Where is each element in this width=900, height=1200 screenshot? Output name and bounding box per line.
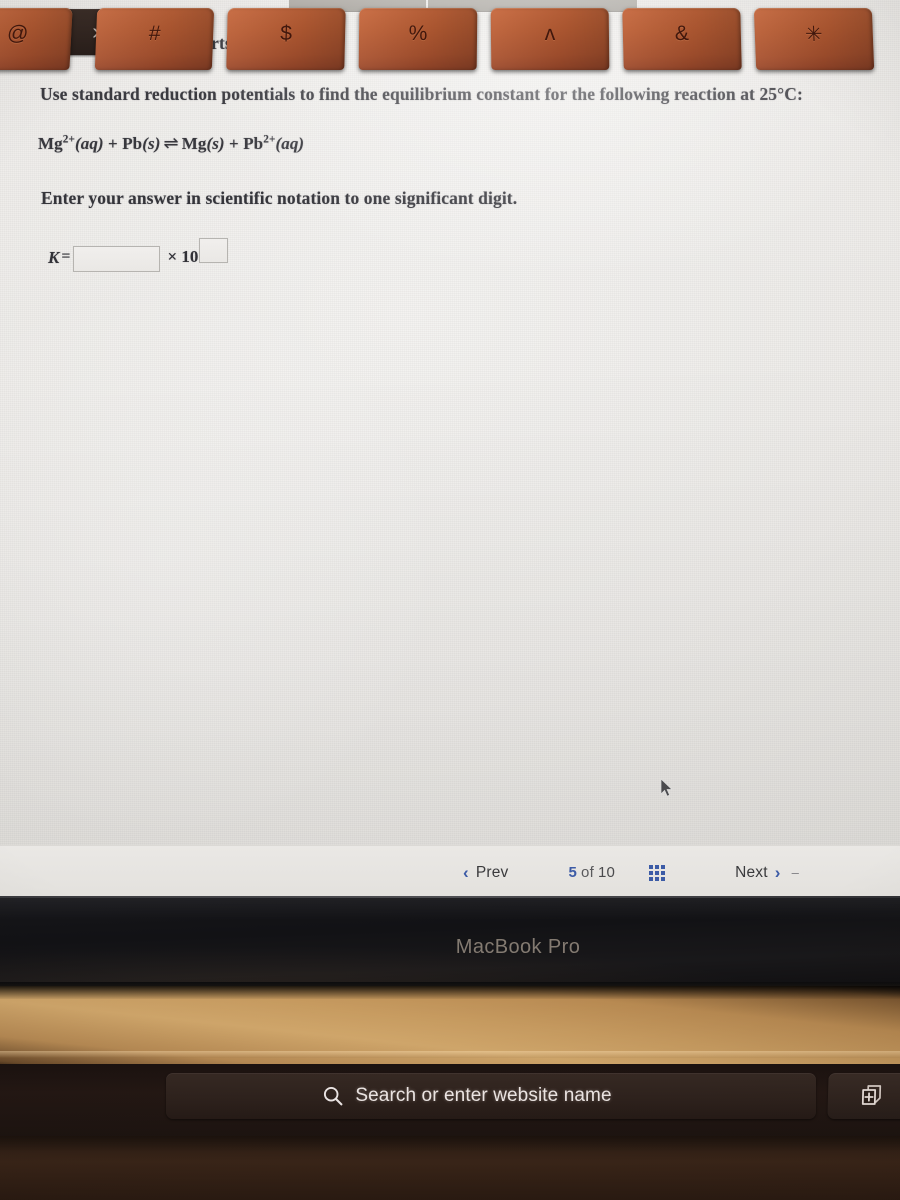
keyboard-vignette [0,1136,900,1200]
total-page-number: 10 [597,864,616,881]
reactant-1-state: (aq) [74,134,104,153]
key-caret[interactable]: ʌ [490,8,610,70]
laptop-bezel: MacBook Pro [0,896,900,988]
reactant-1-symbol: Mg [38,134,63,153]
prev-button[interactable]: ‹ Prev [463,864,509,882]
next-button[interactable]: Next › – [735,864,799,882]
product-2-symbol: Pb [243,134,264,153]
search-icon [324,1086,343,1106]
equation-plus-1: + [108,134,118,153]
equation-plus-2: + [229,134,239,153]
coefficient-input[interactable] [73,246,161,272]
times-ten-label: × 10 [167,247,199,266]
answer-format-instruction: Enter your answer in scientific notation… [41,188,518,208]
equilibrium-arrow: ⇌ [163,133,179,153]
key-glyph: & [674,22,690,45]
chemical-equation: Mg2+(aq) + Pb(s) ⇌ Mg(s) + Pb2+(aq) [38,133,304,154]
new-tab-icon [861,1085,882,1105]
trailing-mark: – [791,865,800,880]
key-percent[interactable]: % [358,8,478,70]
next-label: Next [735,863,768,881]
product-1-state: (s) [206,134,225,153]
product-2-state: (aq) [275,134,305,153]
reactant-1-charge: 2+ [62,133,75,146]
key-ampersand[interactable]: & [622,8,742,70]
of-label: of [581,864,594,881]
body-lip-highlight [0,1051,900,1058]
key-glyph: $ [280,22,293,45]
key-glyph: # [148,22,161,45]
exponent-input[interactable] [199,238,229,263]
touchbar-address-placeholder: Search or enter website name [355,1085,612,1106]
mouse-cursor [660,778,673,797]
key-asterisk[interactable]: ✳ [753,8,875,70]
chevron-left-icon: ‹ [462,863,469,882]
key-glyph: @ [6,22,30,45]
grid-view-icon[interactable] [649,864,666,881]
product-1-symbol: Mg [181,134,207,153]
laptop-screen: Be sure to answer all parts. Use standar… [0,0,900,898]
reactant-2-symbol: Pb [122,134,143,153]
key-glyph: ʌ [544,22,556,45]
macbook-pro-label: MacBook Pro [455,936,581,958]
product-2-charge: 2+ [263,133,276,146]
touchbar-address-search-field[interactable]: Search or enter website name [166,1073,816,1119]
laptop-body-band [0,986,900,1068]
keyboard-row [0,1136,900,1200]
current-page-number: 5 [568,864,578,881]
question-navigation-bar: ‹ Prev 5 of 10 Next › – [0,845,900,899]
page-counter: 5 of 10 [569,864,616,881]
k-label: K [48,248,60,267]
key-at[interactable]: @ [0,8,73,70]
screenshot-root: Be sure to answer all parts. Use standar… [0,0,900,1200]
answer-entry-row: K = × 10 [48,238,229,280]
key-dollar[interactable]: $ [226,8,346,70]
touchbar-new-tab-button[interactable] [827,1073,900,1119]
hinge-shadow [0,986,900,999]
key-glyph: % [408,22,428,45]
equals-sign: = [61,248,71,265]
question-prompt: Use standard reduction potentials to fin… [40,84,803,104]
key-glyph: ✳ [804,23,824,46]
reactant-2-state: (s) [142,134,161,153]
prev-label: Prev [475,863,509,881]
chevron-right-icon: › [774,863,781,882]
key-hash[interactable]: # [94,8,215,70]
